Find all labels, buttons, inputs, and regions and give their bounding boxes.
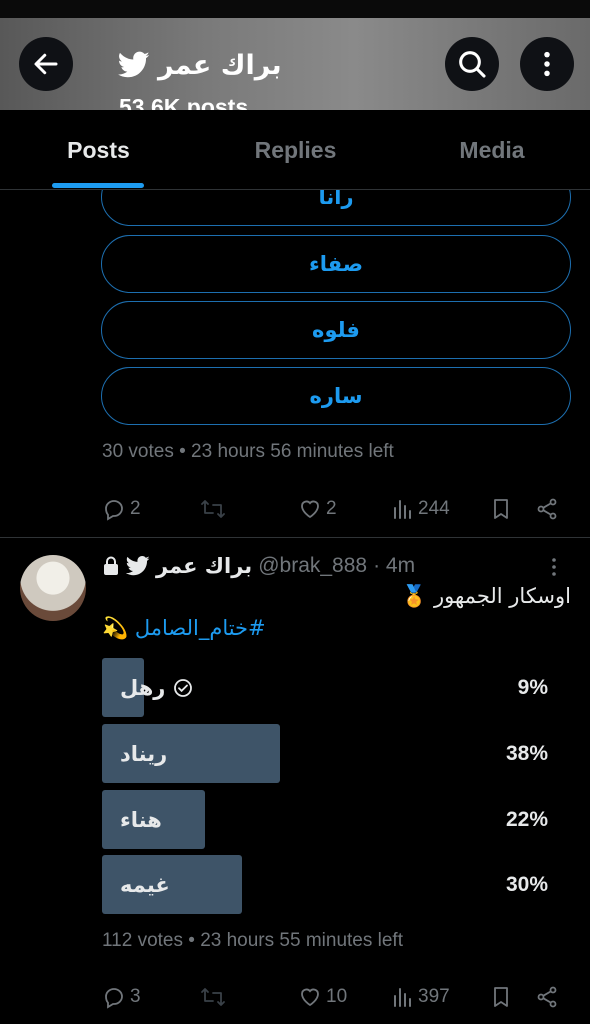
check-circle-icon <box>174 678 193 697</box>
tab-media[interactable]: Media <box>394 110 590 190</box>
author-name[interactable]: براك عمر <box>156 554 252 578</box>
views-icon <box>394 500 411 519</box>
poll-option-button[interactable]: صفاء <box>101 235 571 293</box>
profile-name: براك عمر <box>158 49 282 81</box>
search-button[interactable] <box>445 37 499 91</box>
profile-header: براك عمر 53.6K posts <box>0 18 590 120</box>
share-icon <box>537 498 557 520</box>
bookmark-button[interactable] <box>490 982 512 1012</box>
like-count: 2 <box>326 498 337 519</box>
poll-result-label: رهل <box>120 675 166 700</box>
like-count: 10 <box>326 986 348 1007</box>
author-handle[interactable]: @brak_888 <box>258 554 367 578</box>
profile-title: براك عمر <box>118 48 298 82</box>
lock-icon <box>104 556 118 575</box>
like-button[interactable]: 2 <box>298 494 337 524</box>
tab-posts[interactable]: Posts <box>0 110 197 190</box>
views-count: 244 <box>418 498 450 519</box>
poll-result-label: هناء <box>120 807 162 832</box>
poll-result: هناء 22% <box>102 790 548 849</box>
retweet-icon <box>201 988 225 1006</box>
tweet-text: اوسكار الجمهور 🏅 <box>401 584 571 608</box>
poll-result-label: غيمه <box>120 872 170 897</box>
tweet-time: · 4m <box>373 554 416 577</box>
tweet-actions: 2 2 244 <box>102 494 562 524</box>
poll-result-percent: 38% <box>505 741 548 765</box>
poll-result: رهل 9% <box>102 658 548 717</box>
more-options-button[interactable] <box>520 37 574 91</box>
reply-count: 2 <box>130 498 141 519</box>
reply-button[interactable]: 2 <box>102 494 141 524</box>
retweet-button[interactable] <box>200 494 226 524</box>
tab-replies[interactable]: Replies <box>197 110 394 190</box>
views-count: 397 <box>418 986 450 1007</box>
views-icon <box>394 988 411 1007</box>
views-button[interactable]: 244 <box>392 494 450 524</box>
tweet-actions: 3 10 397 <box>102 982 562 1012</box>
tweet-header: براك عمر @brak_888 · 4m <box>102 551 415 581</box>
poll-result: غيمه 30% <box>102 855 548 914</box>
search-icon <box>459 51 486 78</box>
hashtag-link[interactable]: #ختام_الصامل 💫 <box>102 616 266 641</box>
poll-result: ريناد 38% <box>102 724 548 783</box>
back-button[interactable] <box>19 37 73 91</box>
status-bar <box>0 0 590 18</box>
poll-meta: 112 votes • 23 hours 55 minutes left <box>102 930 403 951</box>
bookmark-icon <box>494 987 508 1007</box>
reply-button[interactable]: 3 <box>102 982 141 1012</box>
bird-icon <box>126 556 150 576</box>
heart-icon <box>301 988 319 1007</box>
retweet-icon <box>201 500 225 518</box>
reply-icon <box>105 500 123 521</box>
poll-result-label: ريناد <box>120 741 168 766</box>
poll-meta: 30 votes • 23 hours 56 minutes left <box>102 441 394 462</box>
tweet-divider <box>0 537 590 538</box>
avatar[interactable] <box>20 555 86 621</box>
share-icon <box>537 986 557 1008</box>
retweet-button[interactable] <box>200 982 226 1012</box>
poll-result-option: رهل <box>120 658 193 717</box>
poll-result-option: غيمه <box>120 855 170 914</box>
tweet-more-button[interactable] <box>548 556 560 584</box>
more-vertical-icon <box>552 558 556 576</box>
share-button[interactable] <box>535 494 559 524</box>
share-button[interactable] <box>535 982 559 1012</box>
poll-result-percent: 30% <box>505 872 548 896</box>
poll-option-button[interactable]: ساره <box>101 367 571 425</box>
poll-option-button[interactable]: فلوه <box>101 301 571 359</box>
poll-result-option: ريناد <box>120 724 167 783</box>
views-button[interactable]: 397 <box>392 982 450 1012</box>
heart-icon <box>301 500 319 519</box>
bird-icon <box>118 51 150 78</box>
reply-count: 3 <box>130 986 141 1007</box>
like-button[interactable]: 10 <box>298 982 347 1012</box>
more-vertical-icon <box>544 51 550 77</box>
poll-result-percent: 22% <box>505 807 548 831</box>
bookmark-icon <box>494 499 508 519</box>
reply-icon <box>105 988 123 1009</box>
arrow-left-icon <box>34 53 58 75</box>
poll-result-percent: 9% <box>517 675 548 699</box>
poll-result-option: هناء <box>120 790 162 849</box>
bookmark-button[interactable] <box>490 494 512 524</box>
